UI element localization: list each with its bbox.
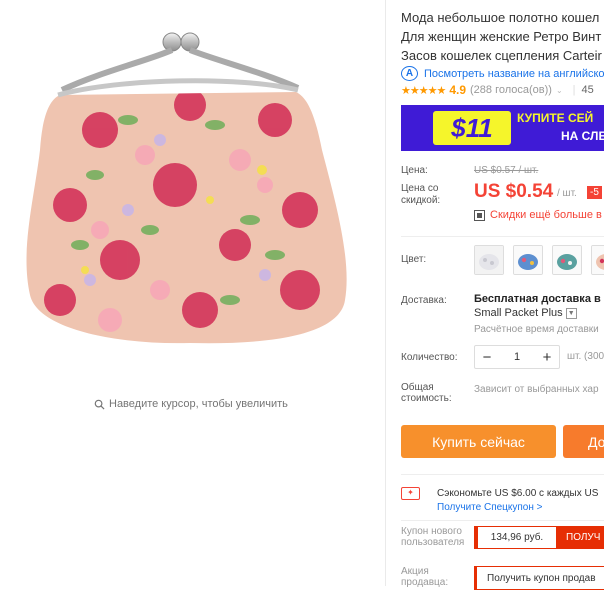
- chevron-down-icon[interactable]: ⌄: [556, 86, 563, 95]
- promo-line-2: НА СЛЕ: [561, 129, 604, 143]
- zoom-hint-text: Наведите курсор, чтобы увеличить: [109, 398, 288, 410]
- seller-label-line-2: продавца:: [401, 577, 449, 588]
- per-unit: / шт.: [557, 188, 577, 199]
- shipping-method[interactable]: Small Packet Plus: [474, 307, 563, 319]
- quantity-stepper[interactable]: − 1 +: [474, 345, 560, 369]
- new-user-coupon[interactable]: 134,96 руб. ПОЛУЧ: [474, 526, 604, 549]
- quantity-label: Количество:: [401, 352, 458, 363]
- sale-label-line-1: Цена со: [401, 183, 439, 194]
- sale-price: US $0.54: [474, 181, 554, 202]
- rating-separator: |: [572, 84, 576, 96]
- translate-link[interactable]: Посмотреть название на английско: [424, 68, 604, 80]
- orders-count: 45: [581, 84, 594, 96]
- shipping-time: Расчётное время доставки: [474, 324, 599, 335]
- divider-line: [401, 474, 604, 475]
- bulk-discount-row[interactable]: Скидки ещё больше в п: [474, 209, 604, 221]
- quantity-value[interactable]: 1: [505, 351, 529, 363]
- seller-promo-label: Акция продавца:: [401, 566, 448, 588]
- new-user-label-line-1: Купон нового: [401, 526, 462, 537]
- color-swatch-teal[interactable]: [552, 245, 582, 275]
- ai-translate-icon: A: [401, 66, 418, 81]
- product-image[interactable]: [0, 0, 385, 586]
- column-divider: [385, 0, 386, 586]
- magnifier-icon: [94, 399, 105, 410]
- product-image-area[interactable]: Наведите курсор, чтобы увеличить: [0, 0, 385, 586]
- promo-badge: $11: [433, 111, 511, 145]
- discount-badge: -5: [587, 186, 602, 199]
- coupon-ticket-icon: ✦: [401, 487, 420, 500]
- color-swatch-white[interactable]: [474, 245, 504, 275]
- title-line-3: Засов кошелек сцепления Carteir: [401, 48, 602, 63]
- new-user-coupon-label: Купон нового пользователя: [401, 526, 464, 548]
- divider-line: [401, 236, 604, 237]
- new-user-label-line-2: пользователя: [401, 537, 465, 548]
- title-line-2: Для женщин женские Ретро Винт: [401, 29, 602, 44]
- seller-label-line-1: Акция: [401, 566, 429, 577]
- color-label: Цвет:: [401, 254, 427, 265]
- rating-value: 4.9: [449, 83, 466, 97]
- price-label: Цена:: [401, 165, 428, 176]
- shipping-title: Бесплатная доставка в R: [474, 293, 604, 305]
- original-price: US $0.57 / шт.: [474, 165, 539, 176]
- qr-icon: [474, 209, 485, 221]
- total-value: Зависит от выбранных хар: [474, 384, 599, 395]
- rating-row: ★★★★★ 4.9 (288 голоса(ов)) ⌄ | 45: [401, 83, 594, 97]
- add-to-cart-button[interactable]: До: [563, 425, 604, 458]
- quantity-decrease-button[interactable]: −: [475, 349, 499, 366]
- total-label: Общая стоимость:: [401, 382, 452, 404]
- total-label-line-1: Общая: [401, 382, 434, 393]
- total-label-line-2: стоимость:: [401, 393, 452, 404]
- sale-price-label: Цена со скидкой:: [401, 183, 440, 207]
- chevron-down-icon[interactable]: ▼: [565, 307, 577, 319]
- rating-count[interactable]: (288 голоса(ов)): [470, 84, 552, 96]
- divider-line: [401, 520, 604, 521]
- seller-coupon-button[interactable]: Получить купон продав: [474, 566, 604, 590]
- shipping-label: Доставка:: [401, 295, 447, 306]
- new-user-coupon-button[interactable]: ПОЛУЧ: [556, 527, 604, 548]
- zoom-hint: Наведите курсор, чтобы увеличить: [94, 398, 288, 410]
- sale-label-line-2: скидкой:: [401, 195, 441, 206]
- bulk-discount-text[interactable]: Скидки ещё больше в п: [490, 209, 604, 221]
- translate-row[interactable]: A Посмотреть название на английско: [401, 66, 604, 81]
- new-user-coupon-amount: 134,96 руб.: [475, 527, 556, 548]
- shipping-method-select[interactable]: Small Packet Plus ▼: [474, 307, 577, 319]
- coupon-save-text: Сэкономьте US $6.00 с каждых US: [437, 488, 599, 499]
- promo-line-1: КУПИТЕ СЕЙ: [517, 111, 594, 125]
- product-title: Мода небольшое полотно кошел Для женщин …: [401, 8, 604, 65]
- buy-now-button[interactable]: Купить сейчас: [401, 425, 556, 458]
- rating-stars-icon: ★★★★★: [401, 84, 446, 97]
- promo-banner[interactable]: $11 КУПИТЕ СЕЙ НА СЛЕ: [401, 105, 604, 151]
- color-swatch-pink[interactable]: [591, 245, 604, 275]
- quantity-unit: шт. (300: [567, 351, 604, 362]
- quantity-increase-button[interactable]: +: [535, 349, 559, 366]
- title-line-1: Мода небольшое полотно кошел: [401, 10, 600, 25]
- color-swatch-blue[interactable]: [513, 245, 543, 275]
- get-coupon-link[interactable]: Получите Спецкупон >: [437, 502, 543, 513]
